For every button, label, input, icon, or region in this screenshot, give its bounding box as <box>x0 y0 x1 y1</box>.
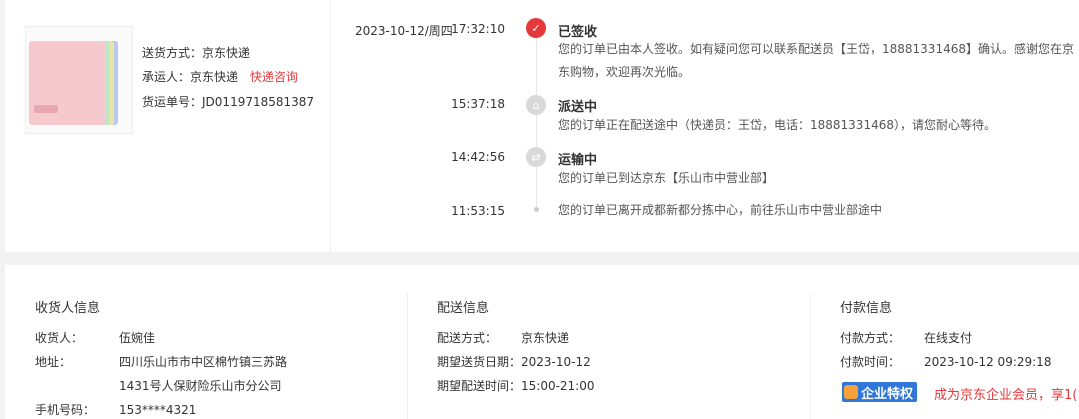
enterprise-promo-link[interactable]: 成为京东企业会员，享1( <box>934 384 1077 403</box>
delivery-method-value: 京东快递 <box>521 331 570 345</box>
check-icon: ✓ <box>526 18 546 38</box>
order-info-panel: 收货人信息 收货人： 伍婉佳 地址： 四川乐山市市中区棉竹镇三苏路 1431号人保财… <box>5 265 1079 419</box>
product-image[interactable] <box>25 26 133 134</box>
payment-time-value: 2023-10-12 09:29:18 <box>924 355 1052 369</box>
ship-method-row: 送货方式：京东快递 <box>142 44 250 61</box>
event-time: 17:32:10 <box>451 22 505 36</box>
receiver-address-label: 地址： <box>35 355 72 369</box>
carrier-row: 承运人：京东快递 快递咨询 <box>142 68 298 85</box>
courier-consult-link[interactable]: 快递咨询 <box>250 70 298 84</box>
event-time: 15:37:18 <box>451 97 505 111</box>
enterprise-privilege-badge[interactable]: 企业特权 <box>842 382 918 402</box>
event-time: 11:53:15 <box>451 204 505 218</box>
delivery-method-row: 配送方式： 京东快递 <box>437 329 569 346</box>
delivery-section-title: 配送信息 <box>437 301 490 316</box>
divider <box>810 293 811 419</box>
receiver-phone-value: 153****4321 <box>119 403 197 417</box>
delivery-date-value: 2023-10-12 <box>521 355 591 369</box>
receiver-name-label: 收货人： <box>35 331 84 345</box>
badge-label: 企业特权 <box>861 386 914 402</box>
delivery-time-label: 期望配送时间： <box>437 379 522 393</box>
delivery-date-row: 期望送货日期：2023-10-12 <box>437 353 591 370</box>
receiver-name-row: 收货人： 伍婉佳 <box>35 329 155 346</box>
event-description: 您的订单正在配送途中（快递员：王岱，电话：18881331468），请您耐心等待… <box>558 118 996 132</box>
payment-method-row: 付款方式： 在线支付 <box>840 329 972 346</box>
divider <box>330 0 331 252</box>
event-description: 您的订单已到达京东【乐山市中营业部】 <box>558 171 775 185</box>
receiver-address-line1: 四川乐山市市中区棉竹镇三苏路 <box>119 355 288 369</box>
tracking-date: 2023-10-12/周四 <box>355 24 453 38</box>
tracking-number-row: 货运单号：JD0119718581387 <box>142 93 314 110</box>
divider <box>407 293 408 419</box>
payment-method-value: 在线支付 <box>924 331 973 345</box>
tracking-panel: 送货方式：京东快递 承运人：京东快递 快递咨询 货运单号：JD011971858… <box>5 0 1079 252</box>
event-status: 运输中 <box>558 153 598 168</box>
folder-clip-shape <box>34 105 58 113</box>
delivery-time-value: 15:00-21:00 <box>521 379 595 393</box>
payment-time-label: 付款时间： <box>840 355 901 369</box>
payment-time-row: 付款时间： 2023-10-12 09:29:18 <box>840 353 1051 370</box>
event-description: 您的订单已由本人签收。如有疑问您可以联系配送员【王岱，18881331468】确… <box>558 42 1074 79</box>
carrier-label: 承运人： <box>142 70 191 84</box>
ship-method-label: 送货方式： <box>142 46 203 60</box>
payment-section-title: 付款信息 <box>840 301 893 316</box>
receiver-section-title: 收货人信息 <box>35 301 101 316</box>
receiver-address-row: 地址： 四川乐山市市中区棉竹镇三苏路 <box>35 353 287 370</box>
receiver-name-value: 伍婉佳 <box>119 331 156 345</box>
delivery-time-row: 期望配送时间：15:00-21:00 <box>437 377 595 394</box>
delivery-person-icon: ⌂ <box>526 95 546 115</box>
receiver-phone-row: 手机号码： 153****4321 <box>35 401 196 418</box>
delivery-method-label: 配送方式： <box>437 331 498 345</box>
truck-icon: ⇄ <box>526 147 546 167</box>
event-time: 14:42:56 <box>451 150 505 164</box>
payment-method-label: 付款方式： <box>840 331 901 345</box>
tracking-number-label: 货运单号： <box>142 95 203 109</box>
tracking-number-value: JD0119718581387 <box>202 95 315 109</box>
timeline-dot-icon <box>534 207 539 212</box>
delivery-date-label: 期望送货日期： <box>437 355 522 369</box>
event-status: 派送中 <box>558 100 598 115</box>
timeline-line <box>536 30 537 210</box>
enterprise-icon <box>844 385 858 399</box>
receiver-address-line2: 1431号人保财险乐山市分公司 <box>119 379 282 393</box>
event-description: 您的订单已离开成都新都分拣中心，前往乐山市中营业部途中 <box>558 203 883 217</box>
ship-method-value: 京东快递 <box>202 46 251 60</box>
carrier-value: 京东快递 <box>190 70 239 84</box>
receiver-phone-label: 手机号码： <box>35 403 96 417</box>
